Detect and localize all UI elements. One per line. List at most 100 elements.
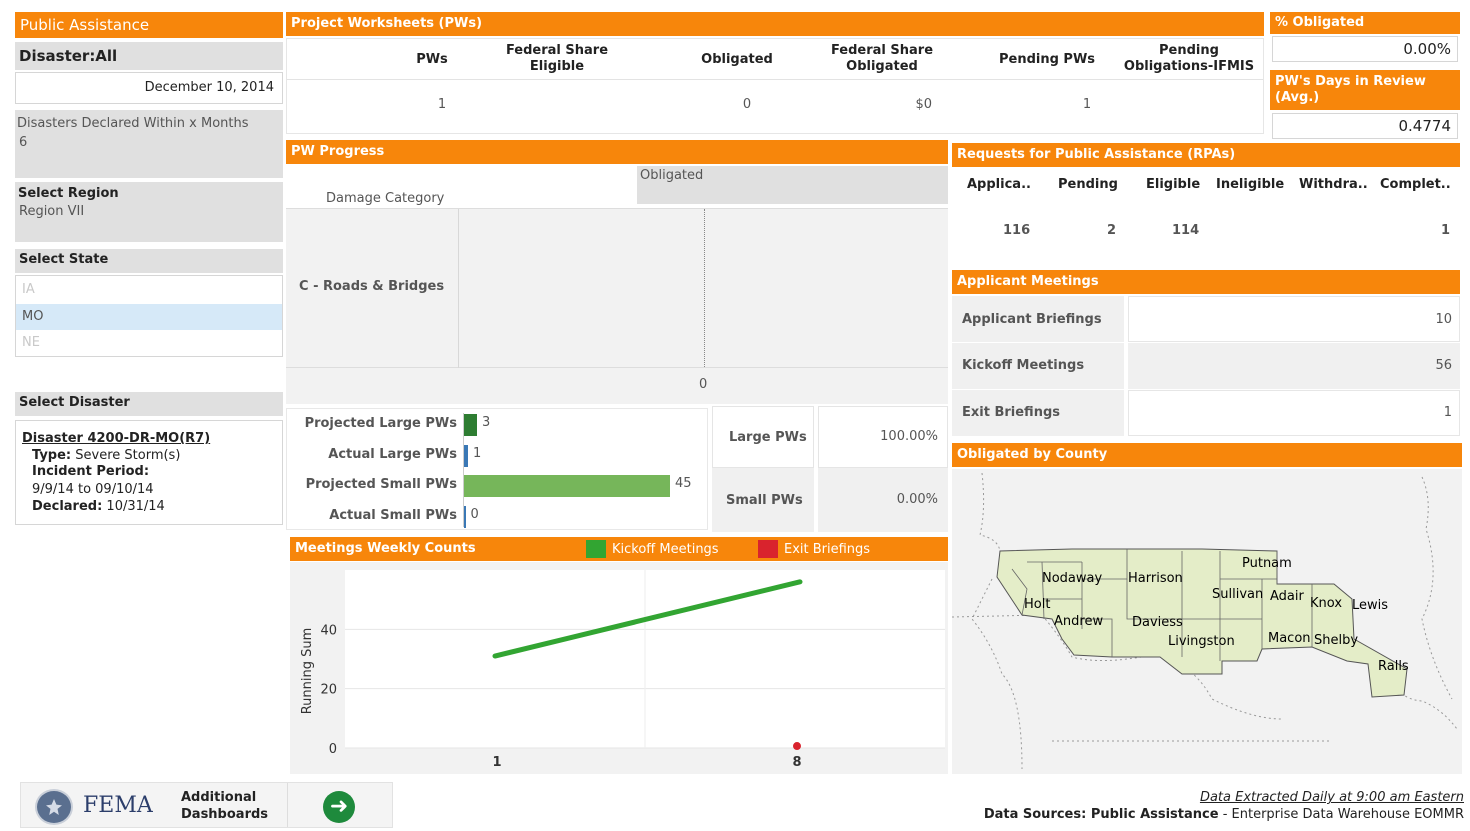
pw-bar-value-0: 3 [482, 415, 491, 430]
y-tick-label-2: 40 [320, 623, 337, 638]
county-livingston: Livingston [1168, 634, 1235, 649]
data-sources-rest: - Enterprise Data Warehouse EOMMR [1218, 807, 1464, 822]
meetings-title: Meetings Weekly Counts [295, 541, 476, 556]
pw-bar-0[interactable] [464, 414, 477, 436]
state-option-mo[interactable]: MO [16, 304, 282, 330]
exit-briefings-point [793, 742, 801, 751]
state-option-ne[interactable]: NE [16, 330, 282, 356]
declared-value: 10/31/14 [106, 499, 165, 514]
rpa-value-complete: 1 [1441, 223, 1451, 238]
pw-bar-3[interactable] [464, 505, 466, 528]
pw-bar-label-0: Projected Large PWs [304, 416, 457, 431]
pws-table: PWs Federal Share Eligible Obligated Fed… [286, 38, 1264, 134]
roads-bridges-label: C - Roads & Bridges [299, 279, 445, 294]
pw-bar-value-1: 1 [473, 445, 482, 461]
county-map[interactable]: Putnam Nodaway Harrison Sullivan Adair K… [952, 469, 1462, 774]
rpa-value-pending: 2 [1107, 223, 1117, 238]
legend-exit-label: Exit Briefings [784, 542, 871, 557]
region-filter[interactable]: Select Region Region VII [15, 182, 283, 242]
data-extracted-note: Data Extracted Daily at 9:00 am Eastern [1199, 790, 1464, 805]
type-label: Type: [32, 448, 72, 463]
pct-obligated-title: % Obligated [1270, 12, 1460, 34]
declared-label: Declared: [32, 499, 103, 514]
pw-bar-label-3: Actual Small PWs [329, 507, 457, 523]
rpa-table: Applica.. Pending Eligible Ineligible Wi… [952, 169, 1460, 261]
disaster-type: Type: Severe Storm(s) [32, 448, 180, 463]
obligated-col-label: Obligated [640, 168, 704, 183]
axis-strip [286, 368, 948, 404]
x-tick-label-1: 8 [792, 755, 801, 770]
pw-bar-label-2: Projected Small PWs [305, 477, 457, 492]
dashboards-label: Dashboards [181, 807, 269, 822]
x-tick-label-0: 1 [492, 755, 501, 770]
panel-title: Public Assistance [15, 12, 283, 38]
pw-bar-value-3: 0 [470, 506, 479, 522]
y-axis-label: Running Sum [300, 628, 315, 715]
am-value-kickoff: 56 [1435, 358, 1452, 373]
axis-zero-label: 0 [699, 377, 708, 392]
region-label: Select Region [18, 186, 119, 201]
county-title: Obligated by County [952, 443, 1462, 467]
pws-value-pending: 1 [1082, 97, 1092, 112]
pws-divider [287, 79, 1263, 80]
days-review-title: PW's Days in Review (Avg.) [1270, 70, 1460, 110]
large-small-panel: Large PWs 100.00% Small PWs 0.00% [712, 406, 948, 532]
pws-value-obligated: 0 [742, 97, 752, 112]
county-holt: Holt [1024, 597, 1050, 612]
grid-col-divider [458, 209, 459, 369]
rpa-header-pending: Pending [1058, 177, 1118, 192]
county-daviess: Daviess [1132, 615, 1183, 630]
county-adair: Adair [1270, 589, 1304, 604]
legend-kickoff-label: Kickoff Meetings [612, 542, 719, 557]
county-lewis: Lewis [1352, 598, 1388, 613]
county-macon: Macon [1268, 631, 1311, 646]
pw-bar-1[interactable] [464, 444, 468, 467]
footer-left: FEMA Additional Dashboards ➜ [20, 782, 393, 828]
fema-logo-text: FEMA [83, 793, 153, 818]
state-list[interactable]: IA MO NE [15, 275, 283, 357]
region-value: Region VII [19, 204, 85, 219]
date-field[interactable]: December 10, 2014 [15, 72, 283, 104]
small-pws-value: 0.00% [896, 492, 938, 507]
incident-value: 9/9/14 to 09/10/14 [32, 482, 154, 497]
footer-divider [287, 783, 288, 827]
y-tick-label-1: 20 [320, 683, 337, 698]
rpa-value-eligible: 114 [1172, 223, 1200, 238]
county-andrew: Andrew [1054, 614, 1103, 629]
pw-bar-2[interactable] [464, 475, 670, 497]
months-filter[interactable]: Disasters Declared Within x Months 6 [15, 110, 283, 178]
disaster-link[interactable]: Disaster 4200-DR-MO(R7) [22, 431, 210, 446]
rpa-header-applicants: Applica.. [967, 177, 1031, 192]
data-sources-label: Data Sources: Public Assistance [983, 807, 1219, 822]
disaster-all-label: Disaster:All [15, 42, 283, 70]
damage-category-label: Damage Category [326, 191, 445, 206]
applicant-meetings-title: Applicant Meetings [952, 270, 1460, 294]
arrow-right-icon: ➜ [329, 794, 349, 819]
pws-header-fse: Federal Share Eligible [505, 43, 609, 74]
incident-label: Incident Period: [32, 464, 150, 479]
disaster-card[interactable]: Disaster 4200-DR-MO(R7) Type: Severe Sto… [15, 420, 283, 525]
pws-value-pws: 1 [437, 97, 447, 112]
pw-progress-title: PW Progress [286, 140, 948, 164]
large-pws-value: 100.00% [880, 429, 938, 444]
county-ralls: Ralls [1378, 659, 1409, 674]
zero-line [704, 209, 705, 369]
rpa-header-eligible: Eligible [1146, 177, 1201, 192]
am-label-briefings: Applicant Briefings [962, 312, 1102, 327]
county-knox: Knox [1310, 596, 1342, 611]
pw-bar-label-1: Actual Large PWs [328, 446, 457, 462]
state-label: Select State [15, 249, 283, 273]
pws-header-fso: Federal Share Obligated [830, 43, 934, 74]
state-option-ia[interactable]: IA [16, 277, 282, 303]
legend-kickoff-swatch [586, 540, 606, 558]
county-nodaway: Nodaway [1042, 571, 1102, 586]
type-value: Severe Storm(s) [75, 448, 181, 463]
large-pws-label: Large PWs [729, 430, 807, 445]
additional-dashboards-button[interactable]: ➜ [323, 791, 355, 823]
fema-seal-icon [35, 789, 73, 825]
additional-label: Additional [181, 790, 257, 805]
days-review-value: 0.4774 [1272, 113, 1458, 139]
county-map-svg: Putnam Nodaway Harrison Sullivan Adair K… [952, 472, 1458, 770]
pws-header-obligated: Obligated [701, 52, 773, 67]
rpa-value-applicants: 116 [1003, 223, 1031, 238]
